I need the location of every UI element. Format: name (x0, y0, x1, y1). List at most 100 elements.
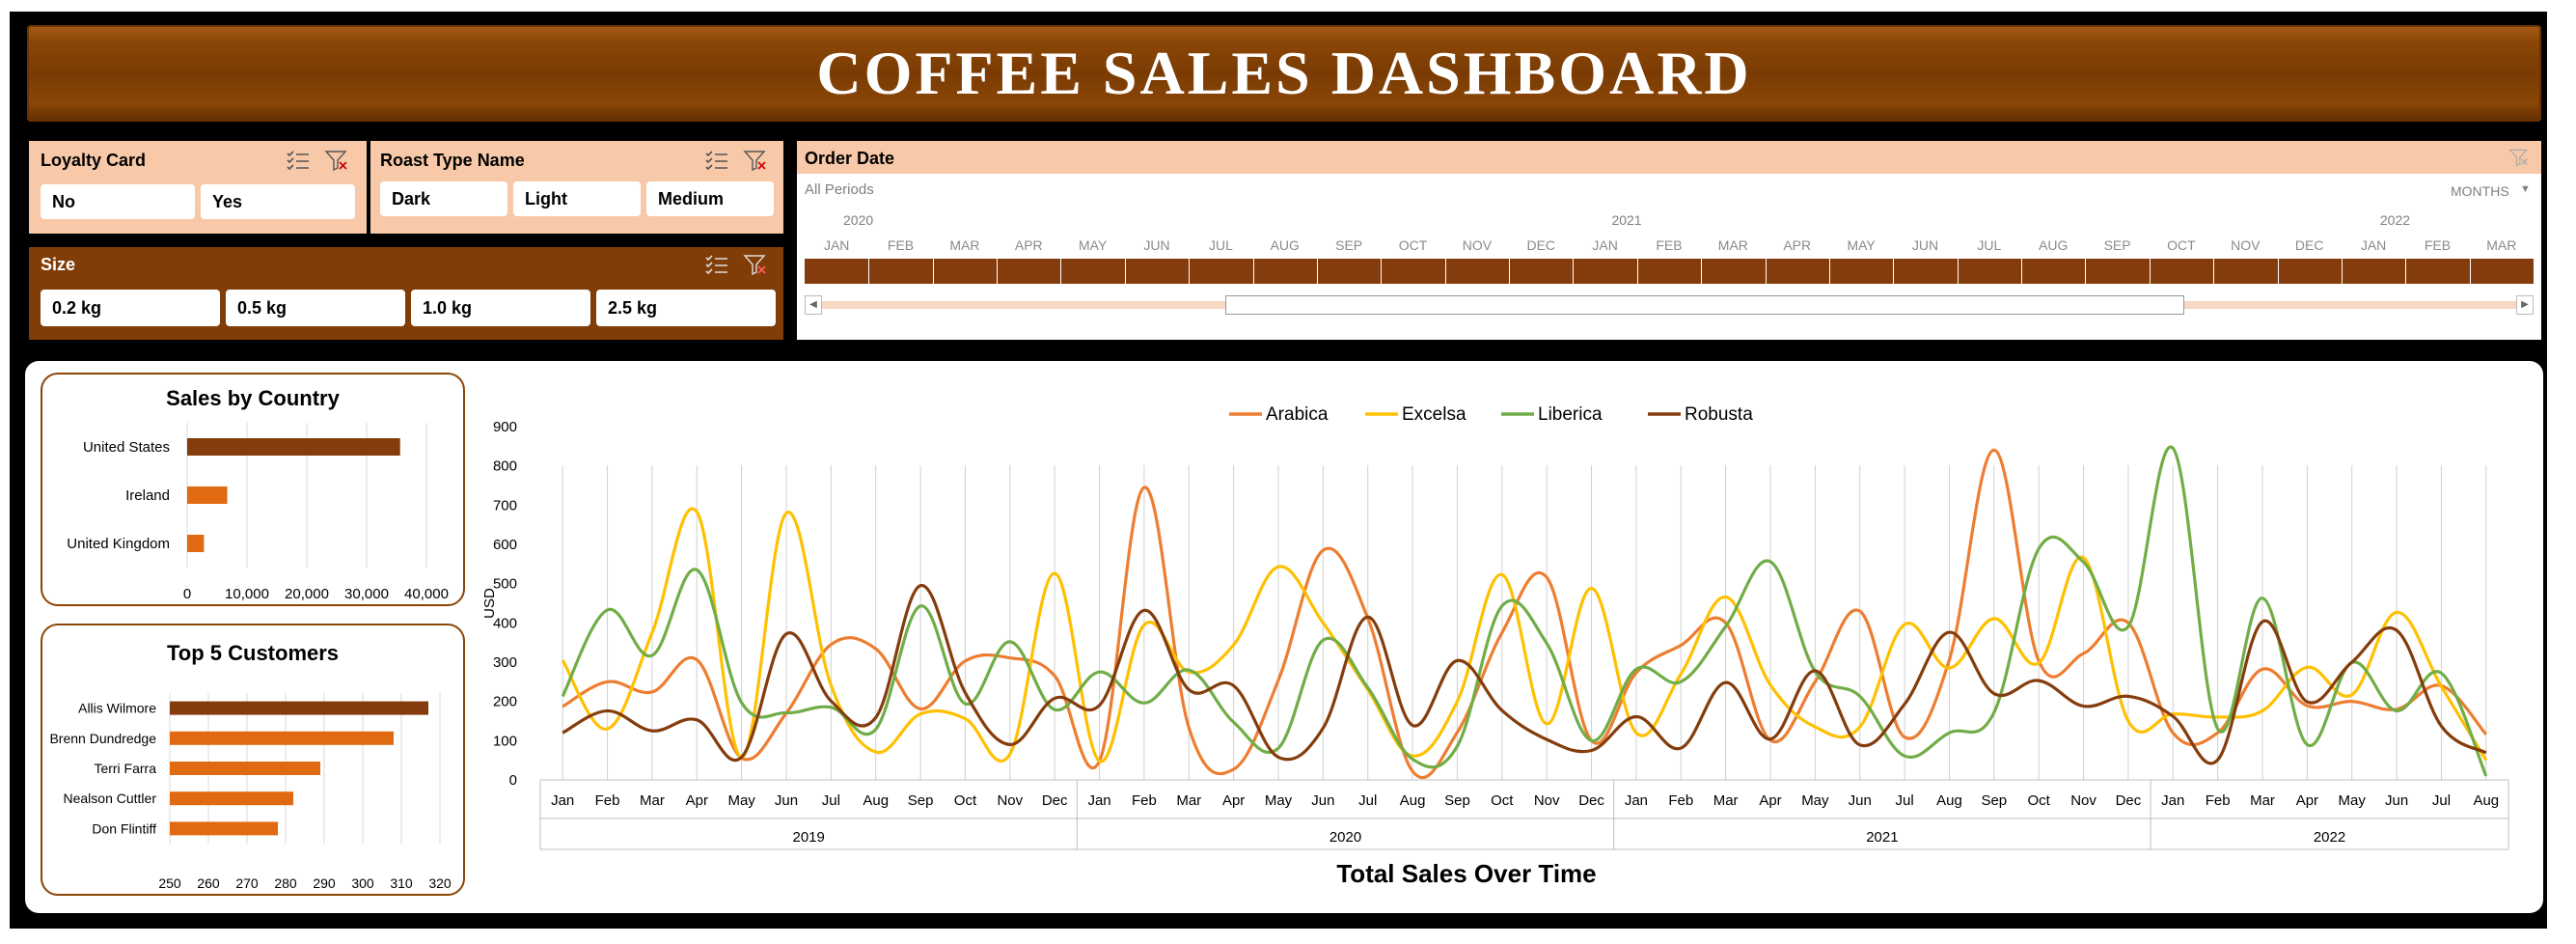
x-tick-label: Dec (1578, 792, 1604, 809)
top-customers-card: Top 5 Customers 250 260 270 280 290 300 310 320… (41, 624, 465, 896)
order-date-timeline: Order Date All Periods MONTHS ▼ ◀ ▶ JAN F… (797, 141, 2541, 340)
x-tick-label: Sep (908, 792, 934, 809)
timeline-year-label: 2021 (1611, 212, 1642, 228)
timeline-month-label[interactable]: APR (999, 237, 1058, 253)
timeline-month-label[interactable]: JAN (1576, 237, 1635, 253)
timeline-scrollbar[interactable]: ◀ ▶ (805, 295, 2534, 315)
timeline-divider (1124, 259, 1126, 284)
category-label: Don Flintiff (92, 820, 156, 836)
timeline-month-label[interactable]: FEB (1639, 237, 1699, 253)
timeline-month-label[interactable]: MAY (1063, 237, 1123, 253)
chevron-down-icon[interactable]: ▼ (2520, 183, 2531, 195)
clear-filter-icon[interactable] (2508, 147, 2530, 173)
timeline-divider (997, 259, 999, 284)
timeline-divider (1828, 259, 1830, 284)
x-tick-label: Jun (2385, 792, 2408, 809)
slicer-item-light[interactable]: Light (513, 181, 641, 216)
timeline-month-label[interactable]: MAR (1703, 237, 1763, 253)
bar[interactable] (187, 486, 228, 504)
slicer-item-yes[interactable]: Yes (201, 184, 355, 219)
size-slicer: Size 0.2 kg 0.5 kg 1.0 kg 2.5 kg (29, 247, 783, 340)
timeline-month-label[interactable]: JAN (807, 237, 866, 253)
x-tick-label: Dec (2116, 792, 2142, 809)
slicer-item-1-0kg[interactable]: 1.0 kg (411, 290, 590, 326)
clear-filter-icon[interactable] (743, 149, 768, 177)
category-label: United Kingdom (67, 536, 170, 552)
timeline-month-label[interactable]: MAY (1831, 237, 1891, 253)
timeline-month-label[interactable]: FEB (871, 237, 931, 253)
timeline-month-label[interactable]: AUG (2023, 237, 2083, 253)
timeline-month-label[interactable]: MAR (2472, 237, 2532, 253)
x-tick-label: Sep (1981, 792, 2007, 809)
timeline-month-label[interactable]: SEP (2088, 237, 2148, 253)
timeline-divider (1573, 259, 1575, 284)
timeline-divider (2341, 259, 2343, 284)
timeline-divider (2149, 259, 2151, 284)
timeline-bar[interactable] (805, 259, 2534, 284)
multi-select-icon[interactable] (704, 253, 729, 281)
timeline-month-label[interactable]: OCT (2151, 237, 2211, 253)
timeline-month-label[interactable]: AUG (1255, 237, 1315, 253)
slicer-item-dark[interactable]: Dark (380, 181, 507, 216)
timeline-divider (1636, 259, 1638, 284)
slicer-title: Loyalty Card (41, 151, 147, 170)
slicer-item-no[interactable]: No (41, 184, 195, 219)
timeline-month-label[interactable]: DEC (1511, 237, 1571, 253)
timeline-month-label[interactable]: MAR (935, 237, 995, 253)
bar[interactable] (170, 701, 428, 715)
x-tick-label: Nov (2070, 792, 2096, 809)
timeline-level-dropdown[interactable]: MONTHS (2451, 183, 2509, 199)
scroll-left-icon[interactable]: ◀ (805, 295, 822, 315)
bar[interactable] (170, 731, 394, 745)
title-banner: COFFEE SALES DASHBOARD (27, 25, 2541, 122)
clear-filter-icon[interactable] (743, 253, 768, 281)
timeline-divider (1316, 259, 1318, 284)
x-tick-label: Jan (1087, 792, 1110, 809)
timeline-month-label[interactable]: JUL (1191, 237, 1250, 253)
timeline-month-label[interactable]: JAN (2343, 237, 2403, 253)
slicer-item-0-5kg[interactable]: 0.5 kg (226, 290, 405, 326)
x-tick-label: Aug (863, 792, 889, 809)
bar[interactable] (170, 821, 278, 836)
timeline-month-label[interactable]: FEB (2407, 237, 2467, 253)
multi-select-icon[interactable] (704, 149, 729, 177)
x-tick-label: Mar (2250, 792, 2275, 809)
timeline-divider (2213, 259, 2215, 284)
slicer-item-2-5kg[interactable]: 2.5 kg (596, 290, 776, 326)
slicer-item-0-2kg[interactable]: 0.2 kg (41, 290, 220, 326)
clear-filter-icon[interactable] (324, 149, 349, 177)
timeline-month-label[interactable]: JUL (1959, 237, 2019, 253)
timeline-month-label[interactable]: NOV (1447, 237, 1507, 253)
x-tick-label: Aug (2473, 792, 2499, 809)
scroll-thumb[interactable] (1225, 295, 2184, 315)
timeline-month-label[interactable]: APR (1768, 237, 1827, 253)
x-tick-label: Jan (2161, 792, 2184, 809)
x-tick-label: May (727, 792, 755, 809)
bar[interactable] (187, 535, 205, 552)
timeline-divider (2021, 259, 2023, 284)
slicer-item-medium[interactable]: Medium (646, 181, 774, 216)
timeline-month-label[interactable]: JUN (1895, 237, 1955, 253)
sales-by-country-card: Sales by Country 0 10,000 20,000 30,000 40,0… (41, 373, 465, 606)
timeline-divider (1701, 259, 1703, 284)
scroll-right-icon[interactable]: ▶ (2516, 295, 2534, 315)
bar[interactable] (170, 791, 293, 806)
timeline-month-label[interactable]: JUN (1127, 237, 1187, 253)
x-tick-label: 40,000 (404, 586, 449, 602)
timeline-month-label[interactable]: OCT (1384, 237, 1443, 253)
category-label: United States (83, 439, 170, 456)
y-tick-label: 200 (493, 694, 517, 710)
x-tick-label: Feb (1132, 792, 1157, 809)
timeline-month-label[interactable]: NOV (2215, 237, 2275, 253)
timeline-month-label[interactable]: DEC (2280, 237, 2340, 253)
x-tick-label: 250 (158, 875, 181, 891)
timeline-month-label[interactable]: SEP (1319, 237, 1379, 253)
multi-select-icon[interactable] (286, 149, 311, 177)
x-tick-label: Nov (997, 792, 1023, 809)
x-tick-label: Oct (954, 792, 977, 809)
bar[interactable] (187, 438, 400, 456)
bar[interactable] (170, 762, 320, 775)
timeline-divider (1893, 259, 1895, 284)
x-tick-label: Apr (1759, 792, 1781, 809)
x-tick-label: Sep (1444, 792, 1470, 809)
